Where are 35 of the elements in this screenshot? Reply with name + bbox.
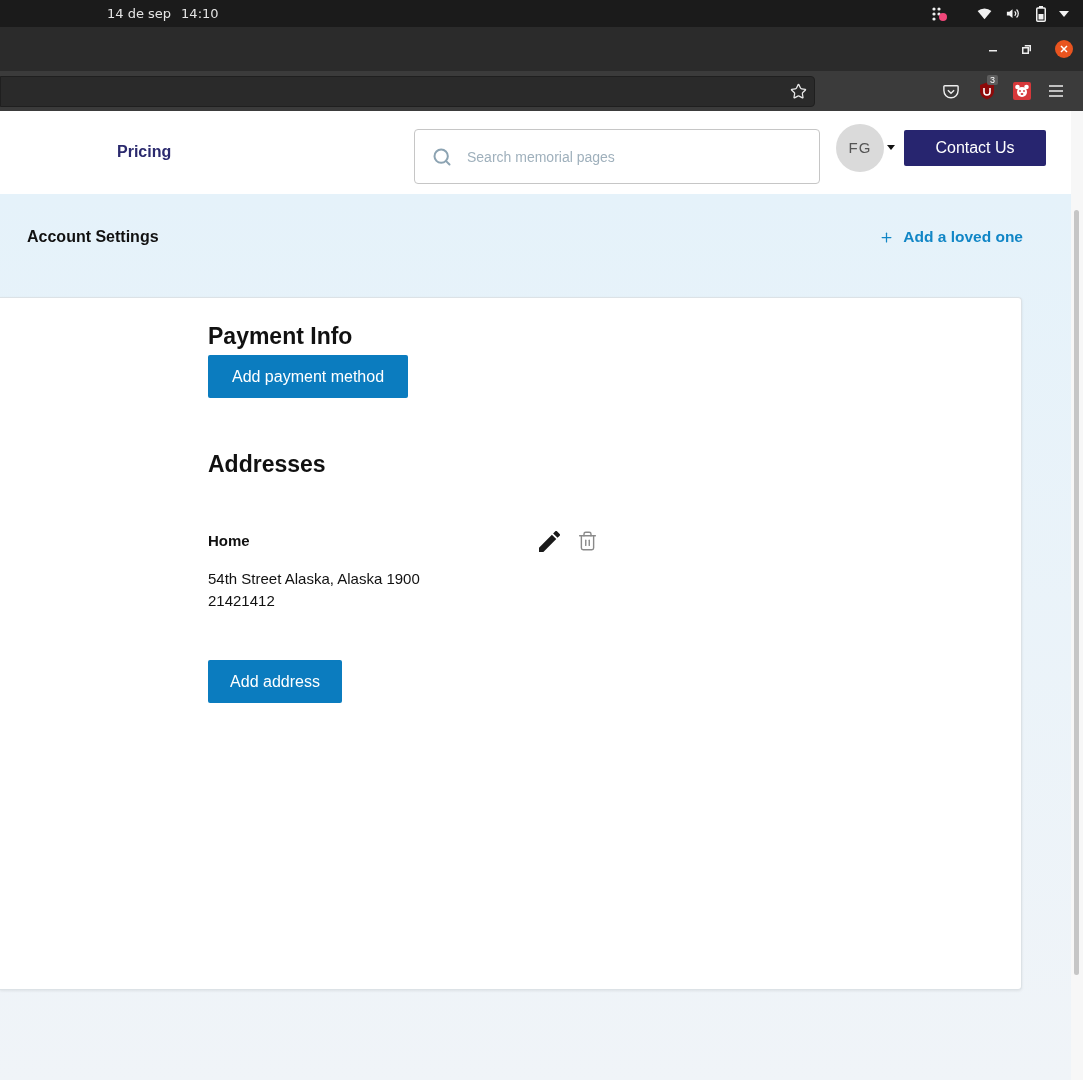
add-address-button[interactable]: Add address — [208, 660, 342, 703]
plus-icon — [879, 229, 895, 245]
caret-down-icon[interactable] — [887, 145, 895, 150]
address-line: 21421412 — [208, 591, 275, 611]
minimize-icon[interactable] — [989, 50, 997, 52]
delete-trash-icon[interactable] — [577, 530, 598, 552]
battery-icon[interactable] — [1036, 5, 1046, 22]
menu-icon[interactable] — [1049, 85, 1063, 97]
section-heading: Payment Info — [208, 322, 353, 350]
restore-icon[interactable] — [1022, 44, 1031, 54]
address-label: Home — [208, 531, 250, 551]
page-title: Account Settings — [27, 227, 159, 247]
volume-icon[interactable] — [1005, 6, 1020, 21]
bear-face-icon[interactable] — [1013, 82, 1031, 100]
scrollbar-thumb[interactable] — [1074, 210, 1079, 975]
edit-pencil-icon[interactable] — [539, 530, 560, 552]
extension-badge: 3 — [987, 75, 998, 85]
shield-extension-icon[interactable] — [979, 82, 995, 100]
nav-link[interactable]: Pricing — [117, 142, 172, 162]
search-icon — [432, 147, 452, 167]
contact-us-button[interactable]: Contact Us — [904, 130, 1046, 166]
add-loved-one-link[interactable]: Add a loved one — [879, 227, 1023, 247]
wifi-icon[interactable] — [977, 7, 992, 20]
caret-down-icon[interactable] — [1059, 10, 1069, 17]
add-payment-method-button[interactable]: Add payment method — [208, 355, 408, 398]
shield-chevron-icon[interactable] — [943, 83, 959, 99]
time-text: 14:10 — [181, 4, 219, 23]
avatar[interactable]: FG — [836, 124, 884, 172]
date-text: 14 de sep — [107, 4, 172, 23]
section-heading: Addresses — [208, 450, 326, 478]
address-line: 54th Street Alaska, Alaska 1900 — [208, 569, 420, 589]
dots-cluster-icon[interactable] — [931, 5, 947, 22]
bookmark-star-icon[interactable] — [790, 82, 807, 100]
search-field[interactable]: Search memorial pages — [414, 129, 820, 184]
close-icon[interactable] — [1055, 40, 1073, 58]
